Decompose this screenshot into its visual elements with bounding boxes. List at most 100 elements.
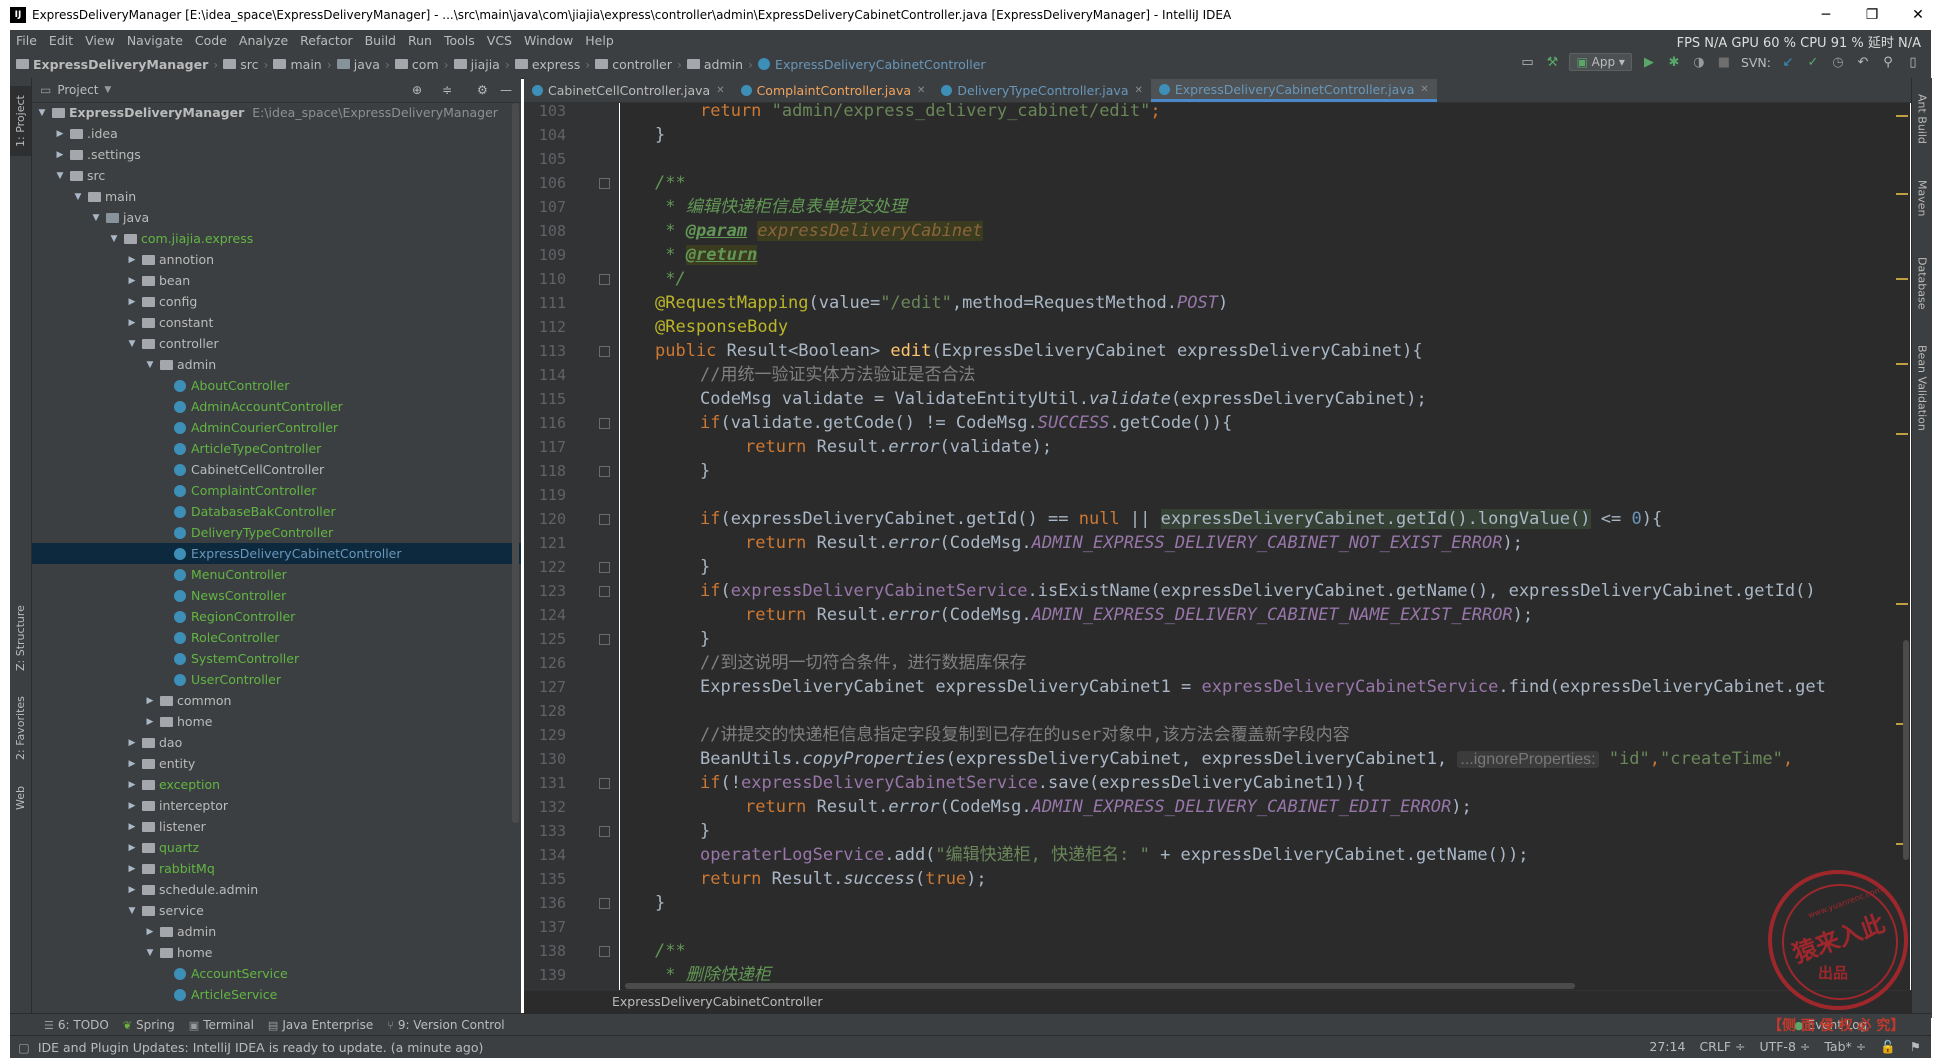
chevron-right-icon[interactable]: ▶ bbox=[144, 927, 156, 937]
tree-item[interactable]: NewsController bbox=[32, 585, 521, 606]
crumb-class[interactable]: ExpressDeliveryCabinetController bbox=[758, 57, 986, 72]
fold-marker-icon[interactable] bbox=[599, 898, 610, 909]
menu-vcs[interactable]: VCS bbox=[481, 33, 518, 48]
chevron-right-icon[interactable]: ▶ bbox=[126, 255, 138, 265]
line-number[interactable]: 135 bbox=[524, 867, 566, 891]
crumb-com[interactable]: com bbox=[394, 57, 439, 72]
error-stripe-mark[interactable] bbox=[1896, 363, 1908, 365]
project-structure-icon[interactable]: ▭ bbox=[1519, 54, 1535, 70]
chevron-right-icon[interactable]: ▶ bbox=[126, 822, 138, 832]
close-icon[interactable]: ✕ bbox=[1135, 85, 1143, 96]
line-number[interactable]: 112 bbox=[524, 315, 566, 339]
run-config-select[interactable]: ▣ App ▾ bbox=[1569, 53, 1632, 71]
fold-marker-icon[interactable] bbox=[599, 634, 610, 645]
tree-scrollbar[interactable] bbox=[512, 103, 519, 823]
tree-item[interactable]: ArticleService bbox=[32, 984, 521, 1005]
tree-item[interactable]: ▼ main bbox=[32, 186, 521, 207]
line-number[interactable]: 123 bbox=[524, 579, 566, 603]
tree-item[interactable]: ▶ common bbox=[32, 690, 521, 711]
tree-item[interactable]: ▶ quartz bbox=[32, 837, 521, 858]
tree-item[interactable]: ▶ admin bbox=[32, 921, 521, 942]
indent-setting[interactable]: Tab* ÷ bbox=[1824, 1039, 1866, 1055]
crumb-express[interactable]: express bbox=[514, 57, 580, 72]
chevron-down-icon[interactable]: ▼ bbox=[144, 948, 156, 958]
line-number[interactable]: 139 bbox=[524, 963, 566, 987]
menu-analyze[interactable]: Analyze bbox=[233, 33, 294, 48]
line-number[interactable]: 134 bbox=[524, 843, 566, 867]
build-hammer-icon[interactable]: ⚒ bbox=[1544, 54, 1560, 70]
chevron-right-icon[interactable]: ▶ bbox=[126, 738, 138, 748]
coverage-icon[interactable]: ◑ bbox=[1691, 54, 1707, 70]
tree-item[interactable]: ▼ controller bbox=[32, 333, 521, 354]
tree-item[interactable]: DeliveryTypeController bbox=[32, 522, 521, 543]
line-number[interactable]: 104 bbox=[524, 123, 566, 147]
chevron-right-icon[interactable]: ▶ bbox=[144, 717, 156, 727]
line-number[interactable]: 133 bbox=[524, 819, 566, 843]
line-separator[interactable]: CRLF ÷ bbox=[1699, 1039, 1745, 1055]
status-message[interactable]: IDE and Plugin Updates: IntelliJ IDEA is… bbox=[38, 1040, 484, 1055]
locate-icon[interactable]: ⊕ bbox=[412, 83, 422, 97]
file-encoding[interactable]: UTF-8 ÷ bbox=[1759, 1039, 1810, 1055]
chevron-right-icon[interactable]: ▶ bbox=[126, 885, 138, 895]
chevron-right-icon[interactable]: ▶ bbox=[144, 696, 156, 706]
tree-item[interactable]: ▶ home bbox=[32, 711, 521, 732]
line-number[interactable]: 114 bbox=[524, 363, 566, 387]
fold-marker-icon[interactable] bbox=[599, 466, 610, 477]
line-number[interactable]: 119 bbox=[524, 483, 566, 507]
tree-item[interactable]: AboutController bbox=[32, 375, 521, 396]
tree-item[interactable]: ▼ src bbox=[32, 165, 521, 186]
chevron-down-icon[interactable]: ▼ bbox=[90, 213, 102, 223]
tree-item[interactable]: ▶ entity bbox=[32, 753, 521, 774]
tool-tab-version-control[interactable]: ⑂ 9: Version Control bbox=[387, 1018, 504, 1032]
close-icon[interactable]: ✕ bbox=[1420, 84, 1428, 95]
crumb-project[interactable]: ExpressDeliveryManager bbox=[16, 57, 208, 72]
line-number[interactable]: 105 bbox=[524, 147, 566, 171]
line-number[interactable]: 108 bbox=[524, 219, 566, 243]
menu-window[interactable]: Window bbox=[518, 33, 579, 48]
line-number[interactable]: 131 bbox=[524, 771, 566, 795]
status-toggle-icon[interactable]: ▢ bbox=[18, 1040, 30, 1055]
fold-marker-icon[interactable] bbox=[599, 178, 610, 189]
tree-item[interactable]: UserController bbox=[32, 669, 521, 690]
line-number[interactable]: 124 bbox=[524, 603, 566, 627]
line-number[interactable]: 127 bbox=[524, 675, 566, 699]
menu-navigate[interactable]: Navigate bbox=[121, 33, 189, 48]
chevron-right-icon[interactable]: ▶ bbox=[126, 297, 138, 307]
tool-tab-maven[interactable]: Maven bbox=[1912, 168, 1932, 228]
tree-item[interactable]: DatabaseBakController bbox=[32, 501, 521, 522]
tree-item[interactable]: ComplaintController bbox=[32, 480, 521, 501]
collapse-icon[interactable]: ≑ bbox=[442, 83, 452, 97]
horizontal-scrollbar[interactable] bbox=[625, 983, 1575, 989]
menu-edit[interactable]: Edit bbox=[43, 33, 79, 48]
tool-tab-spring[interactable]: ❦ Spring bbox=[123, 1018, 175, 1032]
chevron-right-icon[interactable]: ▶ bbox=[126, 318, 138, 328]
line-number[interactable]: 126 bbox=[524, 651, 566, 675]
svn-commit-icon[interactable]: ✓ bbox=[1805, 54, 1821, 70]
tool-tab-bean-validation[interactable]: Bean Validation bbox=[1912, 338, 1932, 438]
stop-icon[interactable]: ■ bbox=[1716, 54, 1732, 70]
tree-item[interactable]: ▼ com.jiajia.express bbox=[32, 228, 521, 249]
tree-item[interactable]: ▼ admin bbox=[32, 354, 521, 375]
project-view-select[interactable]: Project bbox=[57, 83, 98, 97]
tree-item[interactable]: ▶ constant bbox=[32, 312, 521, 333]
tree-item[interactable]: CabinetCellController bbox=[32, 459, 521, 480]
tab-delivery-type[interactable]: DeliveryTypeController.java ✕ bbox=[933, 79, 1151, 102]
tree-item[interactable]: ▶ exception bbox=[32, 774, 521, 795]
chevron-down-icon[interactable]: ▼ bbox=[72, 192, 84, 202]
crumb-main[interactable]: main bbox=[273, 57, 322, 72]
line-number[interactable]: 107 bbox=[524, 195, 566, 219]
chevron-right-icon[interactable]: ▶ bbox=[126, 759, 138, 769]
close-button[interactable]: ✕ bbox=[1895, 0, 1941, 30]
tree-item[interactable]: ▼ ExpressDeliveryManager E:\idea_space\Exp… bbox=[32, 102, 521, 123]
tree-item[interactable]: ▶ rabbitMq bbox=[32, 858, 521, 879]
run-icon[interactable]: ▶ bbox=[1641, 54, 1657, 70]
crumb-admin[interactable]: admin bbox=[686, 57, 743, 72]
tree-item[interactable]: ▶ bean bbox=[32, 270, 521, 291]
line-number[interactable]: 122 bbox=[524, 555, 566, 579]
tree-item[interactable]: ▶ .settings bbox=[32, 144, 521, 165]
tab-complaint[interactable]: ComplaintController.java ✕ bbox=[733, 79, 934, 102]
tab-express-delivery-cabinet[interactable]: ExpressDeliveryCabinetController.java ✕ bbox=[1150, 79, 1437, 102]
fold-marker-icon[interactable] bbox=[599, 514, 610, 525]
line-number[interactable]: 120 bbox=[524, 507, 566, 531]
line-number[interactable]: 136 bbox=[524, 891, 566, 915]
